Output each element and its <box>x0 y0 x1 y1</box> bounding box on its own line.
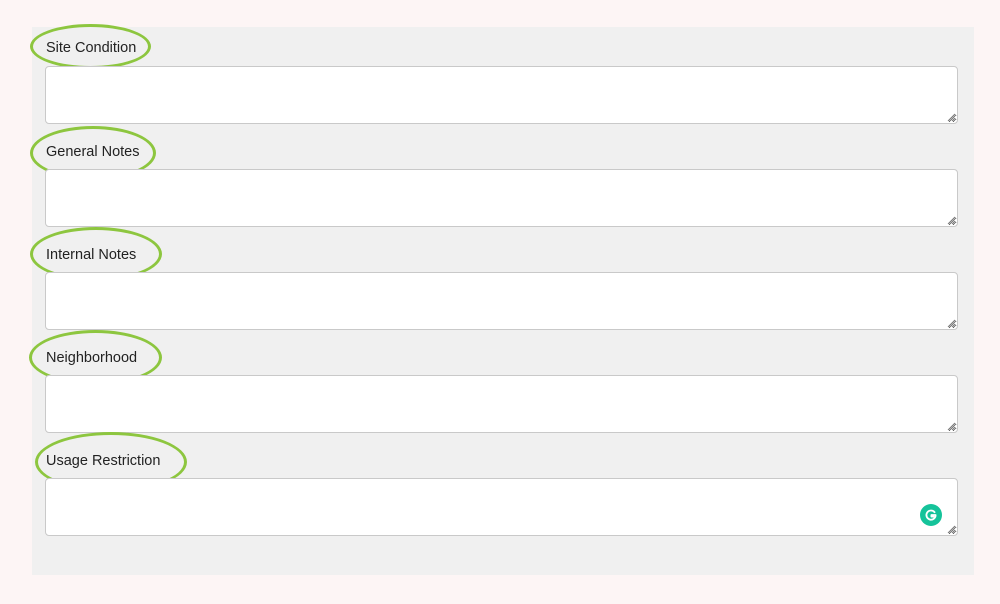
internal-notes-label: Internal Notes <box>46 247 137 263</box>
neighborhood-textarea[interactable] <box>45 375 958 433</box>
general-notes-textarea[interactable] <box>45 169 958 227</box>
grammarly-g-glyph <box>925 509 937 521</box>
grammarly-icon[interactable] <box>920 504 942 526</box>
site-condition-label: Site Condition <box>46 40 137 56</box>
notes-form-panel: Site Condition General Notes Internal No… <box>29 24 974 575</box>
neighborhood-label: Neighborhood <box>46 350 138 366</box>
general-notes-label: General Notes <box>46 144 140 160</box>
usage-restriction-textarea[interactable] <box>45 478 958 536</box>
site-condition-textarea[interactable] <box>45 66 958 124</box>
internal-notes-textarea[interactable] <box>45 272 958 330</box>
usage-restriction-label: Usage Restriction <box>46 453 161 469</box>
